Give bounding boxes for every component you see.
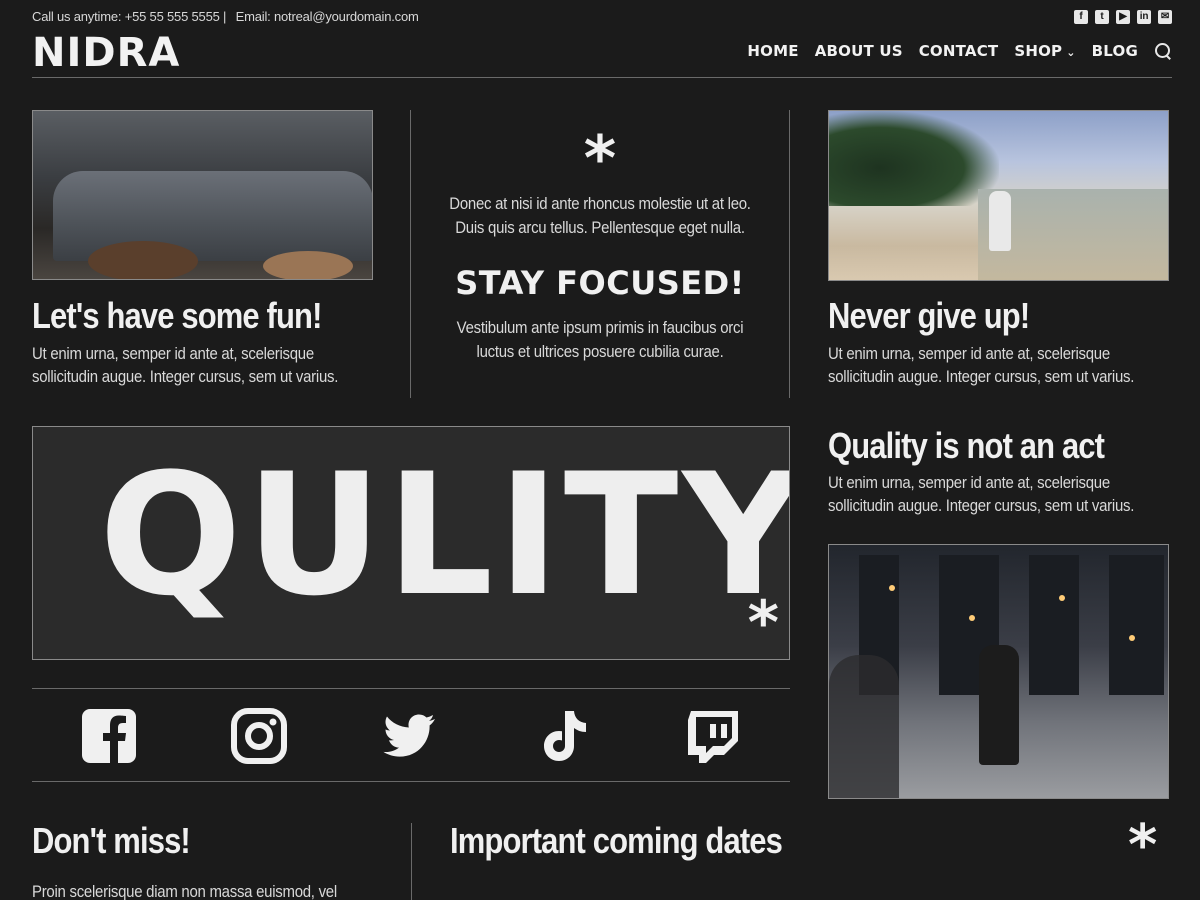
runner-figure: [989, 191, 1011, 251]
social-icons-row: [32, 688, 790, 782]
building: [1109, 555, 1164, 695]
photo-beach-runner: [828, 110, 1169, 281]
email-link[interactable]: Email: notreal@yourdomain.com: [236, 9, 419, 24]
skater-figure: [979, 645, 1019, 765]
contact-info: Call us anytime: +55 55 555 5555 | Email…: [32, 9, 425, 24]
city-light: [889, 585, 895, 591]
card-left-title: Let's have some fun!: [32, 295, 322, 336]
card-right-title: Never give up!: [828, 295, 1030, 336]
city-light: [1059, 595, 1065, 601]
instagram-icon[interactable]: [230, 707, 288, 765]
center-text-2: Vestibulum ante ipsum primis in faucibus…: [434, 316, 767, 364]
card-right-text: Ut enim urna, semper id ante at, sceleri…: [828, 344, 1135, 386]
photo-city-skater: [828, 544, 1169, 799]
palm-trees: [829, 111, 999, 206]
youtube-icon[interactable]: ▶: [1116, 10, 1130, 24]
social-links-top: f t ▶ in ✉: [1074, 10, 1172, 24]
center-text-2-line-1: Vestibulum ante ipsum primis in faucibus…: [456, 318, 744, 337]
twitter-icon[interactable]: t: [1095, 10, 1109, 24]
header-divider: [32, 77, 1172, 78]
building: [1029, 555, 1079, 695]
photo-friends-on-car: [32, 110, 373, 280]
card-left-text: Ut enim urna, semper id ante at, sceleri…: [32, 344, 339, 386]
city-light: [1129, 635, 1135, 641]
mail-icon[interactable]: ✉: [1158, 10, 1172, 24]
asterisk-icon: *: [1128, 813, 1158, 878]
main-nav: HOME ABOUT US CONTACT SHOP ⌄ BLOG: [747, 42, 1172, 60]
top-bar: Call us anytime: +55 55 555 5555 | Email…: [32, 8, 1172, 28]
center-text-1-line-2: Duis quis arcu tellus. Pellentesque eget…: [455, 218, 745, 237]
center-column: * Donec at nisi id ante rhoncus molestie…: [411, 110, 789, 364]
quality-side-title: Quality is not an act: [828, 425, 1105, 466]
phone-text: Call us anytime: +55 55 555 5555 |: [32, 9, 227, 24]
city-light: [969, 615, 975, 621]
person-hair-light: [263, 251, 353, 279]
twitch-icon[interactable]: [684, 707, 742, 765]
tiktok-icon[interactable]: [534, 707, 592, 765]
center-text-1-line-1: Donec at nisi id ante rhoncus molestie u…: [449, 194, 751, 213]
facebook-icon[interactable]: [80, 707, 138, 765]
center-text-1: Donec at nisi id ante rhoncus molestie u…: [434, 192, 767, 240]
asterisk-icon: *: [747, 588, 779, 658]
twitter-icon[interactable]: [380, 707, 438, 765]
chevron-down-icon: ⌄: [1066, 46, 1076, 59]
blurred-person: [829, 655, 899, 798]
search-icon[interactable]: [1154, 42, 1172, 60]
quality-big-text: QULITY: [99, 437, 790, 633]
nav-shop-label: SHOP: [1014, 42, 1063, 60]
dates-title: Important coming dates: [450, 820, 783, 861]
center-text-2-line-2: luctus et ultrices posuere cubilia curae…: [476, 342, 724, 361]
dont-miss-text: Proin scelerisque diam non massa euismod…: [32, 882, 337, 900]
column-divider: [411, 823, 412, 900]
stay-focused-heading: STAY FOCUSED!: [455, 264, 745, 302]
site-logo[interactable]: NIDRA: [32, 30, 180, 76]
dont-miss-title: Don't miss!: [32, 820, 191, 861]
linkedin-icon[interactable]: in: [1137, 10, 1151, 24]
quality-banner: QULITY *: [32, 426, 790, 660]
asterisk-icon: *: [583, 122, 617, 195]
column-divider: [789, 110, 790, 398]
facebook-icon[interactable]: f: [1074, 10, 1088, 24]
nav-contact[interactable]: CONTACT: [919, 42, 999, 60]
quality-side-text: Ut enim urna, semper id ante at, sceleri…: [828, 473, 1135, 515]
nav-blog[interactable]: BLOG: [1092, 42, 1138, 60]
nav-shop[interactable]: SHOP ⌄: [1014, 42, 1075, 60]
nav-home[interactable]: HOME: [747, 42, 798, 60]
nav-about[interactable]: ABOUT US: [815, 42, 903, 60]
person-hair-dark: [88, 241, 198, 279]
